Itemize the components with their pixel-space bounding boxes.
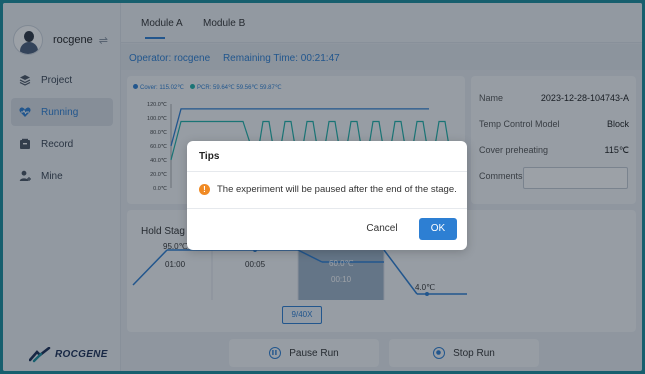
tips-dialog: Tips ! The experiment will be paused aft… — [187, 141, 467, 250]
dialog-divider — [187, 208, 467, 209]
cancel-button[interactable]: Cancel — [363, 218, 401, 240]
dialog-message-text: The experiment will be paused after the … — [217, 184, 457, 195]
warning-icon: ! — [199, 184, 210, 195]
dialog-title: Tips — [199, 151, 220, 162]
dialog-divider — [187, 171, 467, 172]
ok-button[interactable]: OK — [419, 218, 457, 240]
dialog-message: ! The experiment will be paused after th… — [199, 184, 457, 195]
